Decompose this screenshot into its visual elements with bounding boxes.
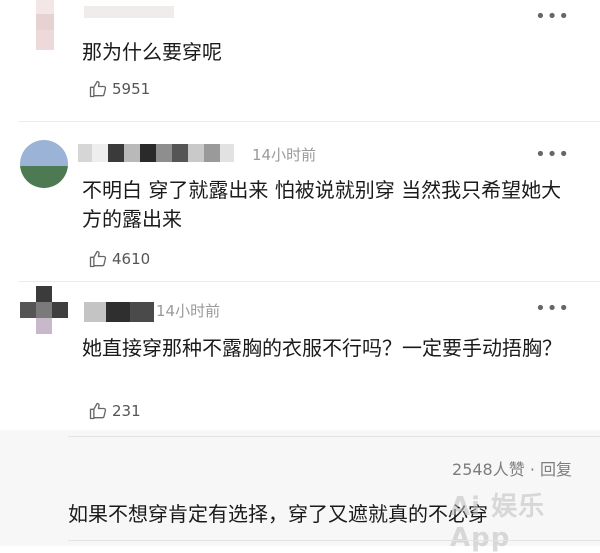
comment-text: 她直接穿那种不露胸的衣服不行吗？一定要手动捂胸？ — [82, 336, 562, 360]
reply-text: 如果不想穿肯定有选择，穿了又遮就真的不必穿 — [68, 502, 488, 526]
timestamp: 14小时前 — [252, 146, 317, 164]
like-button[interactable]: 4610 — [88, 248, 150, 270]
comment-2: 14小时前 ••• 不明白 穿了就露出来 怕被说就别穿 当然我只希望她大方的露出… — [0, 130, 600, 280]
username-blurred — [84, 302, 154, 322]
avatar[interactable] — [20, 140, 68, 188]
like-count: 5951 — [112, 80, 151, 98]
more-dots-icon[interactable]: ••• — [535, 8, 570, 26]
watermark-logo: Ai 娱乐App — [450, 492, 546, 553]
divider — [68, 540, 600, 541]
divider — [18, 121, 600, 122]
comment-text: 不明白 穿了就露出来 怕被说就别穿 当然我只希望她大方的露出来 — [82, 178, 562, 231]
reply-stats-link[interactable]: 2548人赞 · 回复 — [452, 456, 572, 480]
like-button[interactable]: 231 — [88, 400, 141, 422]
divider — [68, 436, 600, 437]
thumbs-up-icon — [89, 80, 107, 98]
like-button[interactable]: 5951 — [88, 78, 150, 100]
thumbs-up-icon — [89, 402, 107, 420]
more-dots-icon[interactable]: ••• — [535, 146, 570, 164]
thumbs-up-icon — [89, 250, 107, 268]
like-count: 4610 — [112, 250, 151, 268]
like-count: 231 — [112, 402, 141, 420]
comment-text: 那为什么要穿呢 — [82, 40, 222, 64]
username-blurred — [78, 144, 248, 162]
avatar[interactable] — [20, 286, 68, 334]
more-dots-icon[interactable]: ••• — [535, 300, 570, 318]
timestamp: 14小时前 — [156, 302, 221, 320]
comment-3: 14小时前 ••• 她直接穿那种不露胸的衣服不行吗？一定要手动捂胸？ 231 — [0, 282, 600, 432]
avatar[interactable] — [22, 0, 70, 52]
username-blurred — [84, 6, 174, 18]
comment-1: ••• 那为什么要穿呢 5951 — [0, 0, 600, 118]
